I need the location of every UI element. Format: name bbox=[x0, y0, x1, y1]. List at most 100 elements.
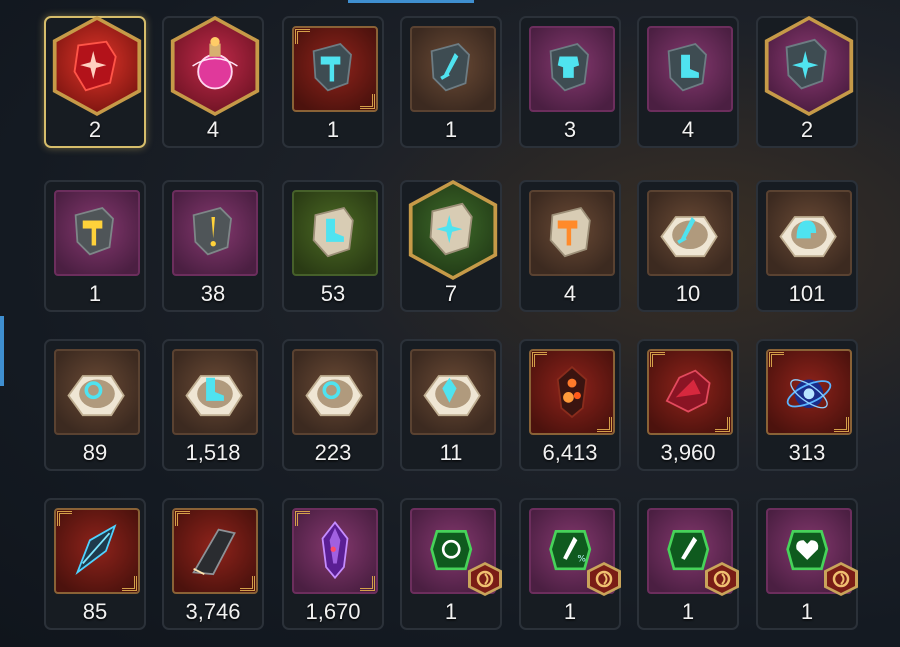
inventory-slot[interactable]: 1,670 bbox=[282, 498, 384, 630]
inventory-slot[interactable]: 1,518 bbox=[162, 339, 264, 471]
item-frame bbox=[292, 508, 378, 594]
item-count: 3,746 bbox=[185, 599, 241, 624]
item-frame bbox=[529, 26, 615, 112]
inventory-slot[interactable]: 2 bbox=[756, 16, 858, 148]
item-count: 101 bbox=[788, 281, 826, 306]
svg-text:%: % bbox=[577, 555, 585, 565]
item-frame bbox=[172, 508, 258, 594]
inventory-slot[interactable]: 11 bbox=[400, 339, 502, 471]
star-tablet-stone-icon bbox=[429, 202, 473, 256]
inventory-slot[interactable]: % 1 bbox=[519, 498, 621, 630]
frame-corner-ornament bbox=[240, 576, 255, 591]
inventory-slot[interactable]: 4 bbox=[637, 16, 739, 148]
rarity-hex-frame bbox=[764, 16, 854, 116]
item-frame bbox=[410, 26, 496, 112]
item-count: 11 bbox=[439, 440, 463, 465]
item-frame bbox=[766, 349, 852, 435]
item-frame bbox=[647, 349, 733, 435]
item-frame bbox=[529, 349, 615, 435]
item-count: 3,960 bbox=[660, 440, 716, 465]
inventory-slot[interactable]: 53 bbox=[282, 180, 384, 312]
item-frame bbox=[292, 190, 378, 276]
inventory-slot[interactable]: 101 bbox=[756, 180, 858, 312]
rarity-hex-frame bbox=[408, 180, 498, 280]
inventory-slot[interactable]: 313 bbox=[756, 339, 858, 471]
inventory-slot[interactable]: 7 bbox=[400, 180, 502, 312]
pink-potion-icon bbox=[192, 37, 238, 90]
item-count: 3 bbox=[563, 117, 577, 142]
item-count: 4 bbox=[681, 117, 695, 142]
necklace-scroll-icon bbox=[305, 375, 363, 417]
item-frame bbox=[54, 508, 140, 594]
inventory-slot[interactable]: 1 bbox=[756, 498, 858, 630]
inventory-slot[interactable]: 6,413 bbox=[519, 339, 621, 471]
frame-corner-ornament bbox=[175, 511, 190, 526]
item-count: 2 bbox=[800, 117, 814, 142]
frame-corner-ornament bbox=[360, 94, 375, 109]
frame-corner-ornament bbox=[769, 352, 784, 367]
boot-rune-stone-icon bbox=[667, 43, 707, 92]
frame-corner-ornament bbox=[122, 576, 137, 591]
item-frame bbox=[172, 349, 258, 435]
rarity-hex-frame bbox=[52, 16, 142, 116]
red-star-rune-icon bbox=[73, 40, 117, 92]
item-frame bbox=[529, 190, 615, 276]
inventory-slot[interactable]: 85 bbox=[44, 498, 146, 630]
item-count: 7 bbox=[444, 281, 458, 306]
inventory-slot[interactable]: 1 bbox=[637, 498, 739, 630]
item-count: 2 bbox=[88, 117, 102, 142]
frame-corner-ornament bbox=[295, 511, 310, 526]
item-count: 1 bbox=[563, 599, 577, 624]
ring-scroll-icon bbox=[67, 375, 125, 417]
inventory-grid: 2 4 1 1 3 4 2 1 38 53 7 4 10 101 89 1,518 223 11 6,413 3,96… bbox=[0, 0, 900, 647]
inventory-slot[interactable]: 1 bbox=[400, 498, 502, 630]
frame-corner-ornament bbox=[650, 352, 665, 367]
item-count: 1 bbox=[800, 599, 814, 624]
inventory-slot[interactable]: 2 bbox=[44, 16, 146, 148]
item-frame bbox=[410, 349, 496, 435]
item-count: 1 bbox=[444, 599, 458, 624]
item-count: 1 bbox=[88, 281, 102, 306]
sword-scroll-icon bbox=[660, 216, 718, 258]
inventory-slot[interactable]: 4 bbox=[162, 16, 264, 148]
boot-tablet-stone-icon bbox=[312, 207, 354, 258]
inventory-slot[interactable]: 223 bbox=[282, 339, 384, 471]
star-rune-stone-icon bbox=[785, 38, 827, 90]
frame-corner-ornament bbox=[57, 511, 72, 526]
inventory-slot[interactable]: 1 bbox=[44, 180, 146, 312]
inventory-slot[interactable]: 3 bbox=[519, 16, 621, 148]
frame-corner-ornament bbox=[295, 29, 310, 44]
frame-corner-ornament bbox=[597, 417, 612, 432]
inventory-slot[interactable]: 3,960 bbox=[637, 339, 739, 471]
item-frame bbox=[766, 190, 852, 276]
inventory-slot[interactable]: 38 bbox=[162, 180, 264, 312]
inventory-slot[interactable]: 10 bbox=[637, 180, 739, 312]
item-count: 313 bbox=[788, 440, 826, 465]
gold-hammer-stone-icon bbox=[74, 207, 114, 256]
item-frame bbox=[54, 190, 140, 276]
item-count: 1 bbox=[326, 117, 340, 142]
helmet-scroll-icon bbox=[779, 216, 837, 258]
sword-rune-stone-icon bbox=[430, 43, 470, 92]
inventory-slot[interactable]: 89 bbox=[44, 339, 146, 471]
inventory-slot[interactable]: 1 bbox=[400, 16, 502, 148]
item-count: 223 bbox=[314, 440, 352, 465]
inventory-slot[interactable]: 4 bbox=[519, 180, 621, 312]
item-count: 1,670 bbox=[305, 599, 361, 624]
inventory-slot[interactable]: 1 bbox=[282, 16, 384, 148]
item-frame bbox=[54, 349, 140, 435]
frame-corner-ornament bbox=[360, 576, 375, 591]
inventory-slot[interactable]: 3,746 bbox=[162, 498, 264, 630]
item-count: 1 bbox=[681, 599, 695, 624]
item-count: 1,518 bbox=[185, 440, 241, 465]
boot-scroll-icon bbox=[185, 375, 243, 417]
item-count: 6,413 bbox=[542, 440, 598, 465]
item-frame bbox=[292, 26, 378, 112]
item-count: 4 bbox=[206, 117, 220, 142]
item-count: 89 bbox=[82, 440, 108, 465]
item-count: 4 bbox=[563, 281, 577, 306]
frame-corner-ornament bbox=[834, 417, 849, 432]
gold-blade-stone-icon bbox=[192, 207, 232, 256]
item-count: 85 bbox=[82, 599, 108, 624]
armor-rune-stone-icon bbox=[549, 43, 589, 92]
